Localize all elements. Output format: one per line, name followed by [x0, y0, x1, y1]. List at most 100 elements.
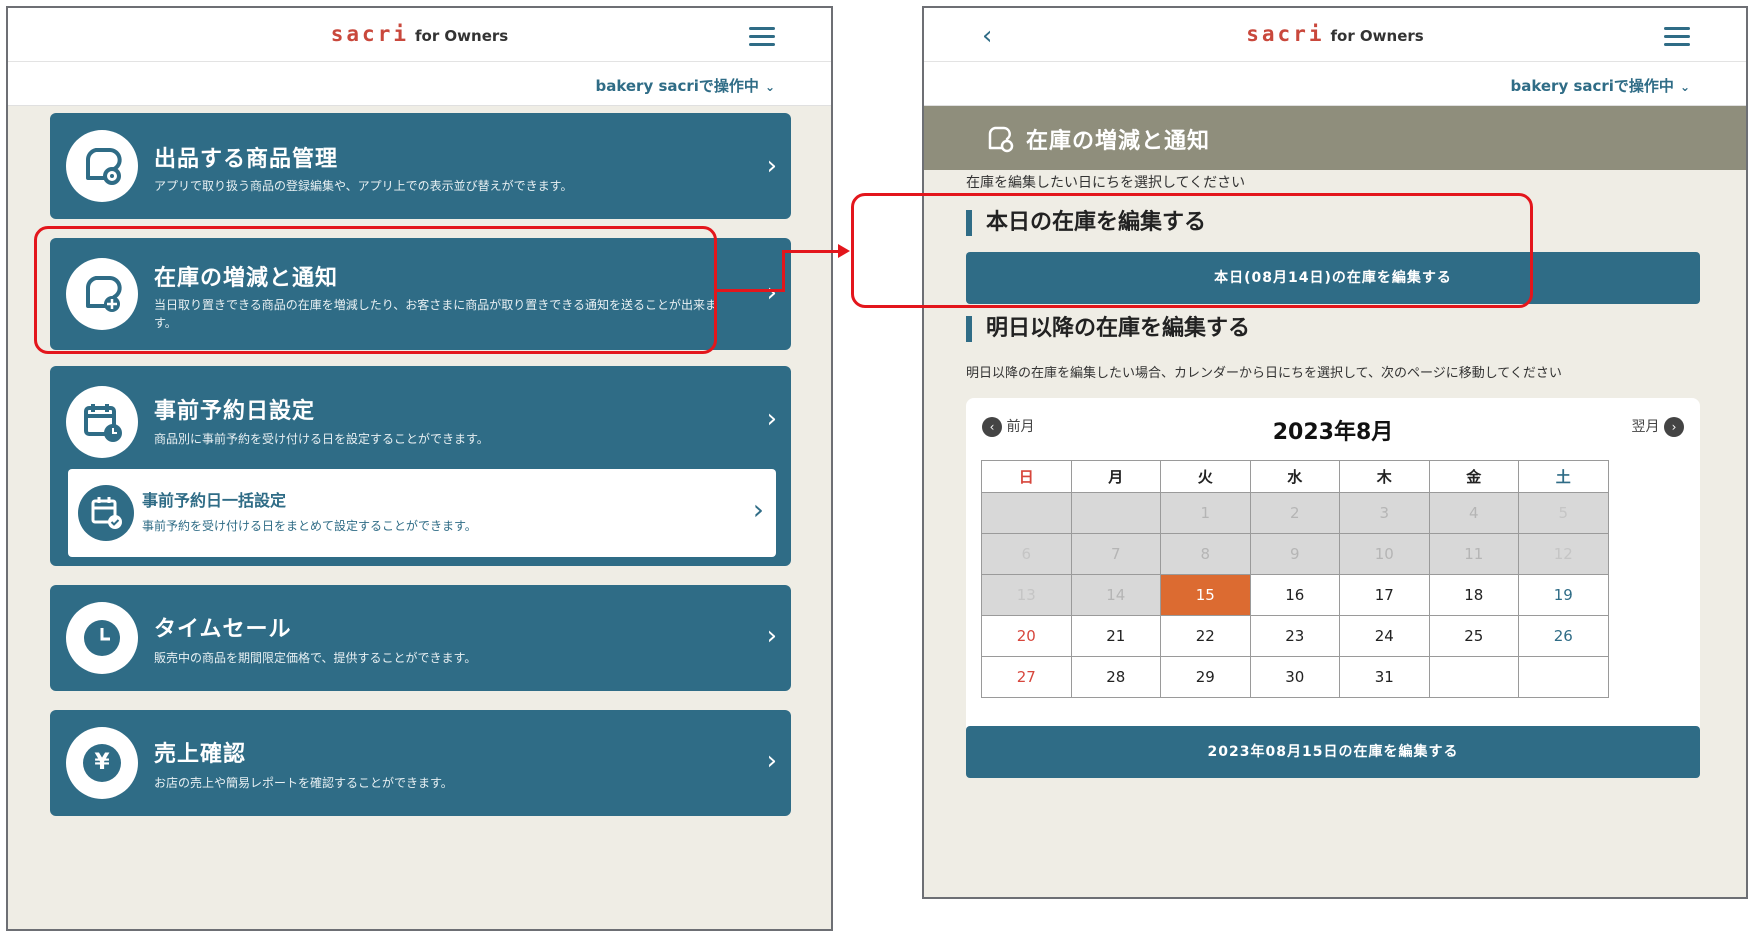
brand-suffix: for Owners [1330, 27, 1424, 45]
inventory-screen: ‹ sacri for Owners bakery sacriで操作中 ⌄ 在庫の増… [922, 6, 1748, 899]
calendar-day-selected[interactable]: 15 [1160, 574, 1251, 616]
card-description: アプリで取り扱う商品の登録編集や、アプリ上での表示並び替えができます。 [154, 179, 573, 193]
card-title: 事前予約日設定 [154, 399, 316, 424]
owner-menu-screen: sacri for Owners bakery sacriで操作中 ⌄ 出品する商品… [6, 6, 833, 931]
chevron-right-icon: › [766, 621, 777, 651]
calendar-day: 13 [981, 574, 1072, 616]
calendar-day[interactable]: 17 [1339, 574, 1430, 616]
calendar-title: 2023年8月 [1272, 420, 1394, 445]
bread-plus-icon [66, 258, 138, 330]
app-header: sacri for Owners [8, 8, 831, 62]
calendar-day[interactable]: 28 [1070, 656, 1161, 698]
calendar-day-empty [981, 492, 1072, 534]
calendar-clock-icon [66, 386, 138, 458]
menu-card-time-sale[interactable]: タイムセール 販売中の商品を期間限定価格で、提供することができます。 › [50, 585, 791, 691]
calendar-check-icon [78, 485, 134, 541]
calendar-day[interactable]: 22 [1160, 615, 1251, 657]
subcard-description: 事前予約を受け付ける日をまとめて設定することができます。 [142, 519, 477, 533]
weekday-header: 金 [1428, 460, 1519, 493]
next-month-label: 翌月 [1631, 419, 1660, 435]
weekday-header: 日 [981, 460, 1072, 493]
calendar-day: 10 [1339, 533, 1430, 575]
calendar-day: 8 [1160, 533, 1251, 575]
calendar-day: 12 [1518, 533, 1609, 575]
arrowhead-icon [838, 244, 850, 258]
calendar-day: 9 [1249, 533, 1340, 575]
brand-suffix: for Owners [414, 27, 509, 45]
brand-name: sacri [1246, 22, 1325, 46]
calendar-day[interactable]: 20 [981, 615, 1072, 657]
card-title: 在庫の増減と通知 [154, 266, 339, 291]
calendar-day: 5 [1518, 492, 1609, 534]
yen-glyph: ¥ [83, 744, 121, 782]
calendar-day[interactable]: 26 [1518, 615, 1609, 657]
connector-line [782, 250, 785, 292]
brand-name: sacri [330, 22, 409, 46]
connector-line [717, 289, 785, 292]
store-selector-label: bakery sacriで操作中 [595, 77, 759, 95]
store-selector[interactable]: bakery sacriで操作中 ⌄ [595, 75, 775, 96]
calendar-grid: 日月火水木金土 1 2 3 4 5 6 7 8 9 10 11 12 13 14 15 16 17 18 19 20 2… [981, 460, 1609, 698]
calendar-day: 14 [1070, 574, 1161, 616]
brand-logo: sacri for Owners [924, 22, 1746, 46]
calendar-day: 6 [981, 533, 1072, 575]
card-description: お店の売上や簡易レポートを確認することができます。 [154, 776, 453, 790]
chevron-down-icon: ⌄ [764, 80, 775, 94]
calendar-day[interactable]: 29 [1160, 656, 1251, 698]
menu-card-product-management[interactable]: 出品する商品管理 アプリで取り扱う商品の登録編集や、アプリ上での表示並び替えがで… [50, 113, 791, 219]
calendar-day: 2 [1249, 492, 1340, 534]
card-description: 商品別に事前予約を受け付ける日を設定することができます。 [154, 432, 489, 446]
next-month-button[interactable]: 翌月 › [1632, 416, 1684, 437]
calendar-day[interactable]: 16 [1249, 574, 1340, 616]
chevron-right-icon: › [766, 746, 777, 776]
card-title: 売上確認 [154, 742, 247, 767]
chevron-right-icon: › [1664, 417, 1684, 437]
store-selector[interactable]: bakery sacriで操作中 ⌄ [1510, 75, 1690, 96]
today-heading: 本日の在庫を編集する [966, 210, 1206, 236]
calendar-day: 4 [1428, 492, 1519, 534]
chevron-down-icon: ⌄ [1679, 80, 1690, 94]
weekday-header: 水 [1249, 460, 1340, 493]
calendar-week-row: 12345 [981, 492, 1609, 534]
menu-card-inventory[interactable]: 在庫の増減と通知 当日取り置きできる商品の在庫を増減したり、お客さまに商品が取り… [50, 238, 791, 350]
chevron-right-icon: › [752, 493, 764, 526]
menu-card-sales[interactable]: ¥ 売上確認 お店の売上や簡易レポートを確認することができます。 › [50, 710, 791, 816]
calendar-day[interactable]: 18 [1428, 574, 1519, 616]
calendar-day[interactable]: 27 [981, 656, 1072, 698]
calendar-day[interactable]: 24 [1339, 615, 1430, 657]
subcard-title: 事前予約日一括設定 [142, 491, 287, 510]
edit-today-button[interactable]: 本日(08月14日)の在庫を編集する [966, 252, 1700, 304]
section-title: 在庫の増減と通知 [1026, 129, 1211, 154]
edit-selected-date-button[interactable]: 2023年08月15日の在庫を編集する [966, 726, 1700, 778]
calendar-day: 1 [1160, 492, 1251, 534]
subcard-bulk-preorder[interactable]: 事前予約日一括設定 事前予約を受け付ける日をまとめて設定することができます。 › [68, 469, 776, 557]
calendar-day[interactable]: 21 [1070, 615, 1161, 657]
app-header: ‹ sacri for Owners [924, 8, 1746, 62]
calendar-week-row: 20 21 22 23 24 25 26 [981, 615, 1609, 657]
calendar-week-row: 27 28 29 30 31 [981, 656, 1609, 698]
future-heading: 明日以降の在庫を編集する [966, 316, 1250, 342]
card-description: 販売中の商品を期間限定価格で、提供することができます。 [154, 651, 477, 665]
calendar-day[interactable]: 19 [1518, 574, 1609, 616]
calendar-day: 3 [1339, 492, 1430, 534]
menu-icon[interactable] [749, 27, 775, 46]
weekday-header: 火 [1160, 460, 1251, 493]
calendar-day: 7 [1070, 533, 1161, 575]
weekday-header: 木 [1339, 460, 1430, 493]
card-description: 当日取り置きできる商品の在庫を増減したり、お客さまに商品が取り置きできる通知を送… [154, 298, 718, 330]
calendar-week-row: 13 14 15 16 17 18 19 [981, 574, 1609, 616]
instruction-text: 在庫を編集したい日にちを選択してください [966, 175, 1246, 191]
calendar-day[interactable]: 23 [1249, 615, 1340, 657]
menu-icon[interactable] [1664, 27, 1690, 46]
connector-line [782, 250, 840, 253]
brand-logo: sacri for Owners [8, 22, 831, 46]
card-title: 出品する商品管理 [154, 147, 339, 172]
calendar-day[interactable]: 31 [1339, 656, 1430, 698]
calendar-day: 11 [1428, 533, 1519, 575]
calendar: ‹ 前月 2023年8月 翌月 › 日月火水木金土 1 2 3 4 5 6 7 8 9 10 11 1… [966, 398, 1700, 742]
calendar-week-row: 6 7 8 9 10 11 12 [981, 533, 1609, 575]
weekday-header: 土 [1518, 460, 1609, 493]
bread-gear-icon [984, 122, 1016, 158]
calendar-day[interactable]: 30 [1249, 656, 1340, 698]
calendar-day[interactable]: 25 [1428, 615, 1519, 657]
